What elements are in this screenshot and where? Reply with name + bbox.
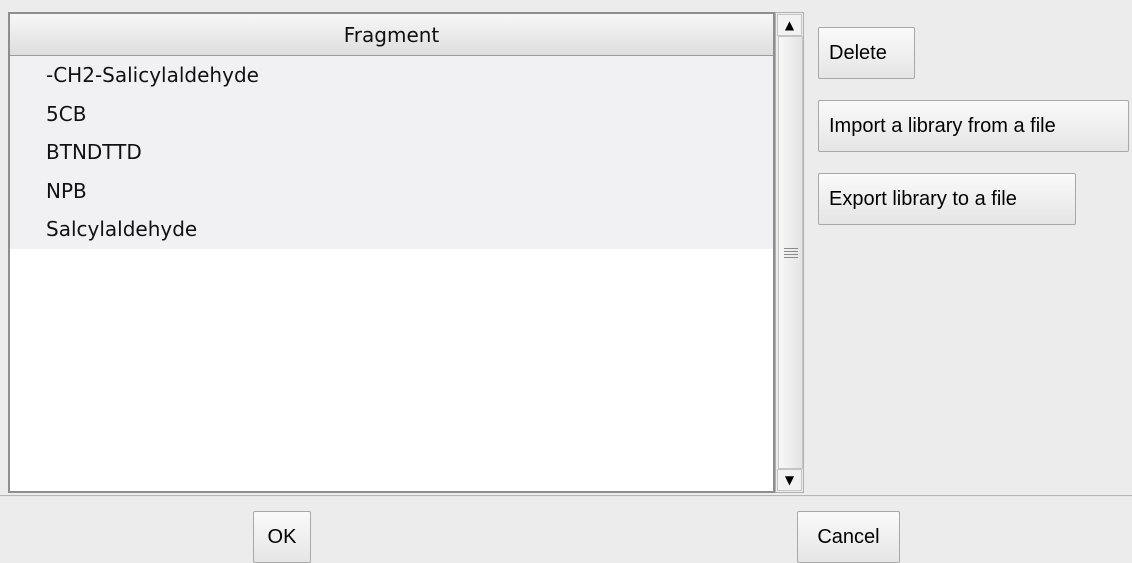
scroll-down-button[interactable]: ▼: [777, 469, 802, 491]
import-library-button[interactable]: Import a library from a file: [818, 100, 1129, 152]
scroll-thumb[interactable]: [778, 36, 803, 469]
table-row[interactable]: Salcylaldehyde: [10, 210, 773, 249]
ok-button[interactable]: OK: [253, 511, 311, 563]
scroll-up-button[interactable]: ▲: [777, 14, 802, 36]
table-row[interactable]: NPB: [10, 171, 773, 211]
footer-divider: [0, 495, 1132, 497]
fragment-list: -CH2-Salicylaldehyde 5CB BTNDTTD NPB Sal…: [10, 56, 773, 249]
table-row[interactable]: -CH2-Salicylaldehyde: [10, 56, 773, 95]
up-arrow-icon: ▲: [784, 18, 795, 32]
delete-button[interactable]: Delete: [818, 27, 915, 79]
grip-icon: [783, 247, 798, 258]
cancel-button[interactable]: Cancel: [797, 511, 900, 563]
down-arrow-icon: ▼: [784, 473, 795, 487]
fragment-column-header[interactable]: Fragment: [10, 14, 773, 56]
table-row[interactable]: 5CB: [10, 94, 773, 134]
table-scrollbar[interactable]: ▲ ▼: [775, 12, 804, 493]
scroll-track[interactable]: [777, 36, 803, 469]
export-library-button[interactable]: Export library to a file: [818, 173, 1076, 225]
table-row[interactable]: BTNDTTD: [10, 133, 773, 172]
fragment-table: Fragment -CH2-Salicylaldehyde 5CB BTNDTT…: [8, 12, 775, 493]
